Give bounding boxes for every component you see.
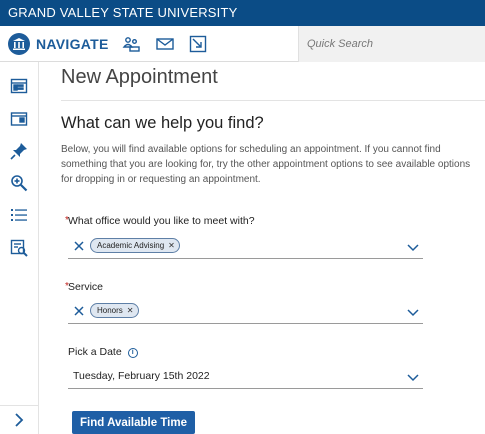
clear-office-icon[interactable] xyxy=(73,239,85,251)
instructions-text: Below, you will find available options f… xyxy=(61,144,471,185)
open-link-icon[interactable] xyxy=(188,34,208,54)
people-icon[interactable] xyxy=(121,34,141,54)
left-sidebar xyxy=(0,62,39,434)
university-banner: GRAND VALLEY STATE UNIVERSITY xyxy=(0,0,485,26)
folder-icon[interactable] xyxy=(9,109,29,129)
office-chip: Academic Advising ✕ xyxy=(90,238,180,253)
remove-office-icon[interactable]: ✕ xyxy=(168,241,175,250)
find-available-time-button[interactable]: Find Available Time xyxy=(72,411,195,434)
chevron-down-icon[interactable] xyxy=(407,370,419,382)
office-select[interactable]: Academic Advising ✕ xyxy=(68,233,423,259)
service-select[interactable]: Honors ✕ xyxy=(68,298,423,324)
quick-search[interactable] xyxy=(298,26,485,62)
service-label: Service xyxy=(68,281,104,293)
pin-icon[interactable] xyxy=(9,141,29,161)
title-divider xyxy=(61,100,485,101)
calendar-icon[interactable] xyxy=(9,76,29,96)
page-title: New Appointment xyxy=(61,66,218,88)
brand-name: NAVIGATE xyxy=(36,36,109,52)
date-label-row: Pick a Date i xyxy=(68,346,138,358)
office-label: What office would you like to meet with? xyxy=(68,215,255,227)
date-picker[interactable]: Tuesday, February 15th 2022 xyxy=(68,363,423,389)
date-value: Tuesday, February 15th 2022 xyxy=(73,370,210,382)
clear-service-icon[interactable] xyxy=(73,304,85,316)
chevron-down-icon[interactable] xyxy=(407,305,419,317)
quick-search-input[interactable] xyxy=(299,26,485,62)
chevron-right-icon[interactable] xyxy=(13,413,25,432)
navigate-logo-icon xyxy=(8,33,30,55)
remove-service-icon[interactable]: ✕ xyxy=(127,306,134,315)
main-content: New Appointment What can we help you fin… xyxy=(39,62,485,434)
navigate-brand[interactable]: NAVIGATE xyxy=(8,32,109,56)
mail-icon[interactable] xyxy=(155,34,175,54)
info-icon[interactable]: i xyxy=(127,347,138,358)
chevron-down-icon[interactable] xyxy=(407,240,419,252)
report-search-icon[interactable] xyxy=(9,238,29,258)
office-chip-label: Academic Advising xyxy=(97,241,165,250)
service-chip: Honors ✕ xyxy=(90,303,139,318)
date-label: Pick a Date xyxy=(68,346,122,358)
search-icon[interactable] xyxy=(9,173,29,193)
service-chip-label: Honors xyxy=(97,306,123,315)
sidebar-expand[interactable] xyxy=(0,405,39,434)
section-title: What can we help you find? xyxy=(61,114,264,132)
list-icon[interactable] xyxy=(9,205,29,225)
university-name: GRAND VALLEY STATE UNIVERSITY xyxy=(8,5,238,20)
